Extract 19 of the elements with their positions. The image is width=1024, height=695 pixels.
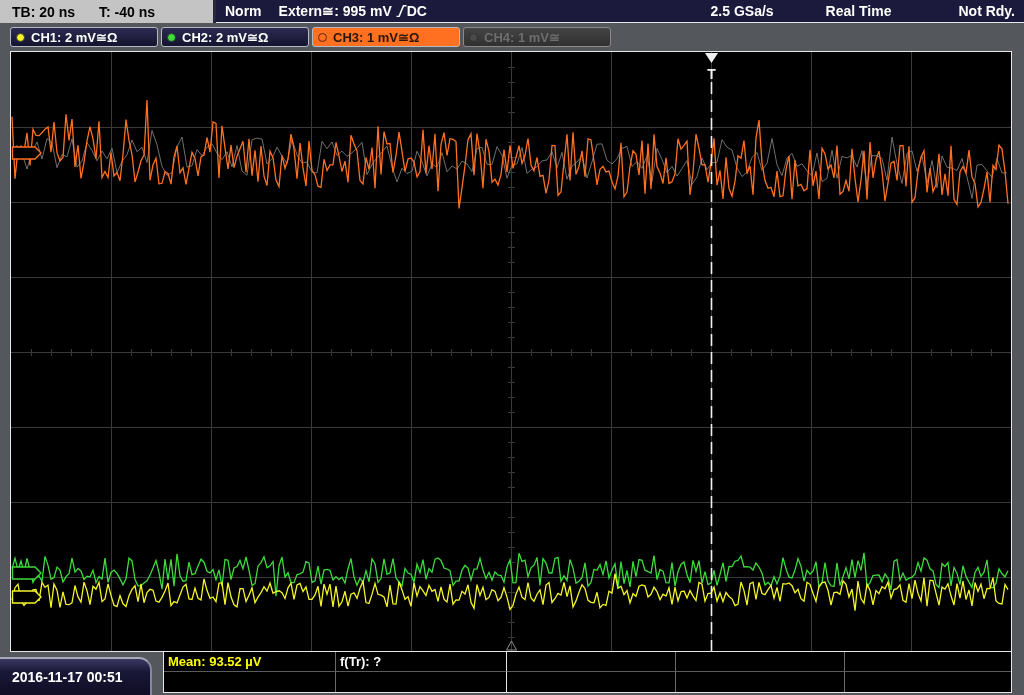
rising-edge-icon: [395, 5, 407, 17]
trigger-position-icon[interactable]: [705, 53, 718, 63]
measurement-label: f(Tr): ?: [340, 655, 382, 668]
trigger-mode-label: Norm: [225, 4, 262, 18]
measurement-label: Mean: 93.52 µV: [168, 655, 262, 668]
channel-marker-icon[interactable]: [11, 566, 42, 580]
channel-marker-icon[interactable]: [11, 146, 42, 160]
trigger-source-label: Extern≅: 995 mV: [278, 4, 392, 18]
trigger-offset-label: T: -40 ns: [99, 4, 156, 19]
channel-button[interactable]: CH1: 2 mV≅Ω: [10, 27, 158, 47]
channel-button[interactable]: CH2: 2 mV≅Ω: [161, 27, 309, 47]
position-marker-icon: [506, 640, 517, 651]
channel-button[interactable]: CH3: 1 mV≅Ω: [312, 27, 460, 47]
status-label: Not Rdy.: [958, 4, 1015, 18]
timebase-label: TB: 20 ns: [12, 4, 75, 19]
trigger-label: T: [707, 66, 716, 82]
acquisition-mode-label: Real Time: [825, 4, 892, 18]
sample-rate-label: 2.5 GSa/s: [710, 4, 774, 18]
coupling-label: DC: [406, 4, 427, 18]
